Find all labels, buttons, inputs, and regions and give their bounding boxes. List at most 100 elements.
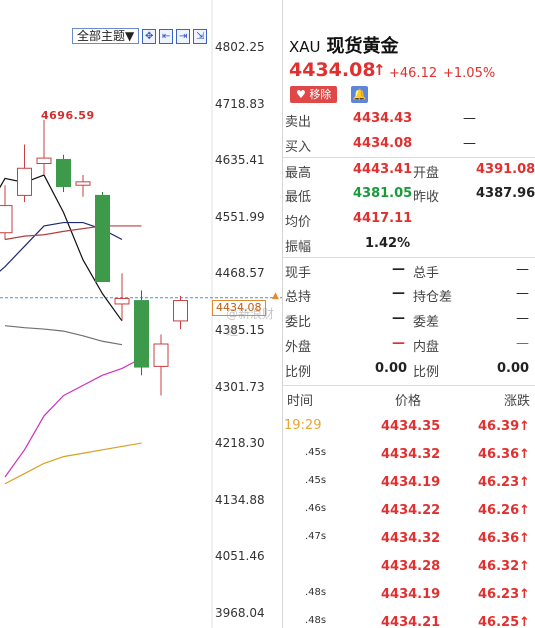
- trade-price: 4434.19: [381, 587, 441, 602]
- trade-change: 46.36: [478, 447, 520, 462]
- trade-row[interactable]: .47s 4434.32 46.36 ↑: [283, 525, 535, 553]
- trade-row[interactable]: .45s 4434.32 46.36 ↑: [283, 441, 535, 469]
- trade-row[interactable]: 4434.28 46.32 ↑: [283, 553, 535, 581]
- row-label-2: 比例: [413, 365, 440, 380]
- remove-watchlist-button[interactable]: ♥ 移除: [290, 86, 337, 103]
- row-label: 卖出: [285, 115, 312, 130]
- fit-icon[interactable]: ⇲: [193, 28, 208, 44]
- header-change: 涨跌: [504, 394, 531, 409]
- row-value-2: 4391.08: [476, 162, 535, 177]
- quote-panel: XAU 现货黄金 4434.08 ↑ +46.12 +1.05% ♥ 移除 🔔 卖…: [282, 0, 535, 628]
- zoom-out-icon[interactable]: ⇥: [176, 28, 191, 44]
- trade-row[interactable]: .48s 4434.19 46.23 ↑: [283, 581, 535, 609]
- quote-row: 最高 4443.41 开盘 4391.08: [283, 157, 535, 182]
- trade-time: .46s: [305, 503, 327, 514]
- quote-row: 比例 0.00 比例 0.00: [283, 357, 535, 382]
- y-tick-label: 4051.46: [215, 549, 265, 564]
- y-tick-label: 4468.57: [215, 266, 265, 281]
- quote-row: 买入 4434.08 —: [283, 132, 535, 157]
- row-value-2: 4387.96: [476, 186, 535, 201]
- trade-change: 46.25: [478, 615, 520, 628]
- trade-row[interactable]: 19:29 4434.35 46.39 ↑: [283, 413, 535, 441]
- row-value-2: —: [463, 111, 476, 126]
- row-value: —: [392, 336, 405, 351]
- row-value: —: [392, 311, 405, 326]
- crosshair-icon[interactable]: ✥: [142, 28, 157, 44]
- row-label-2: 持仓差: [413, 290, 453, 305]
- row-value-2: —: [463, 136, 476, 151]
- instrument-name: 现货黄金: [326, 36, 399, 57]
- price-change: +46.12: [389, 66, 438, 81]
- candle-body: [36, 157, 52, 165]
- row-value: 4381.05: [353, 186, 413, 201]
- quote-row: 卖出 4434.43 —: [283, 107, 535, 132]
- trade-change: 46.32: [478, 559, 520, 574]
- price-marker-icon: ▲: [272, 291, 279, 301]
- up-arrow-icon: ↑: [519, 559, 530, 574]
- trade-row[interactable]: .46s 4434.22 46.26 ↑: [283, 497, 535, 525]
- row-label: 总持: [285, 290, 312, 305]
- trade-price: 4434.35: [381, 419, 441, 434]
- kline-chart-panel[interactable]: 全部主题▼ ✥ ⇤ ⇥ ⇲ 4802.25 4718.83 4635.41 4551.…: [0, 0, 282, 628]
- up-arrow-icon: ↑: [519, 447, 530, 462]
- y-tick-label: 4802.25: [215, 40, 265, 54]
- trade-change: 46.26: [478, 503, 520, 518]
- candle-body: [0, 205, 13, 234]
- quote-row: 最低 4381.05 昨收 4387.96: [283, 182, 535, 207]
- candle-body: [75, 181, 91, 186]
- row-value: 0.00: [375, 361, 408, 376]
- y-tick-label: 4718.83: [215, 96, 265, 111]
- candle-body: [95, 194, 110, 283]
- trade-price: 4434.19: [381, 475, 441, 490]
- y-tick-label: 4218.30: [215, 436, 265, 451]
- row-label: 外盘: [285, 340, 312, 355]
- up-arrow-icon: ↑: [519, 587, 530, 602]
- row-label: 均价: [285, 215, 312, 230]
- trade-time: .48s: [305, 587, 327, 598]
- candle-body: [134, 300, 149, 368]
- moving-average-line: [4, 325, 123, 346]
- alert-bell-icon[interactable]: 🔔: [351, 86, 368, 103]
- header-time: 时间: [287, 394, 314, 409]
- trade-price: 4434.22: [381, 503, 441, 518]
- last-price: 4434.08: [289, 59, 376, 81]
- row-label: 比例: [285, 365, 312, 380]
- trade-price: 4434.28: [381, 559, 441, 574]
- quote-row: 振幅 1.42%: [283, 232, 535, 257]
- quote-row: 总持 — 持仓差 —: [283, 282, 535, 307]
- quote-row: 外盘 — 内盘 —: [283, 332, 535, 357]
- row-label-2: 开盘: [413, 166, 440, 181]
- trade-list[interactable]: 19:29 4434.35 46.39 ↑ .45s 4434.32 46.36 ↑ .45s 4…: [283, 413, 535, 628]
- trade-list-header: 时间 价格 涨跌: [283, 385, 535, 410]
- y-tick-label: 4635.41: [215, 153, 265, 168]
- heart-icon: ♥: [296, 88, 306, 101]
- trade-price: 4434.21: [381, 615, 441, 628]
- theme-select[interactable]: 全部主题▼: [72, 28, 140, 44]
- quote-row: 委比 — 委差 —: [283, 307, 535, 332]
- trade-time: .48s: [305, 615, 327, 626]
- y-tick-label: 3968.04: [215, 606, 265, 620]
- price-change-percent: +1.05%: [443, 66, 496, 81]
- instrument-symbol: XAU: [289, 38, 321, 56]
- trade-change: 46.23: [478, 475, 520, 490]
- candle-body: [153, 343, 169, 367]
- trade-change: 46.36: [478, 531, 520, 546]
- row-value: 1.42%: [365, 236, 411, 251]
- row-label-2: 委差: [413, 315, 440, 330]
- candle-body: [114, 298, 130, 305]
- y-tick-label: 4134.88: [215, 492, 265, 507]
- trade-price: 4434.32: [381, 531, 441, 546]
- y-tick-label: 4301.73: [215, 379, 265, 394]
- row-label-2: 内盘: [413, 340, 440, 355]
- trade-row[interactable]: .45s 4434.19 46.23 ↑: [283, 469, 535, 497]
- up-arrow-icon: ↑: [519, 615, 530, 628]
- zoom-in-icon[interactable]: ⇤: [159, 28, 174, 44]
- row-label: 最低: [285, 190, 312, 205]
- row-label: 委比: [285, 315, 312, 330]
- row-value: 4434.08: [353, 136, 413, 151]
- watermark: @新浪财经: [226, 307, 275, 338]
- trade-time: 19:29: [284, 418, 322, 433]
- trade-row[interactable]: .48s 4434.21 46.25 ↑: [283, 609, 535, 628]
- row-label: 振幅: [285, 240, 312, 255]
- candle-body: [173, 300, 188, 322]
